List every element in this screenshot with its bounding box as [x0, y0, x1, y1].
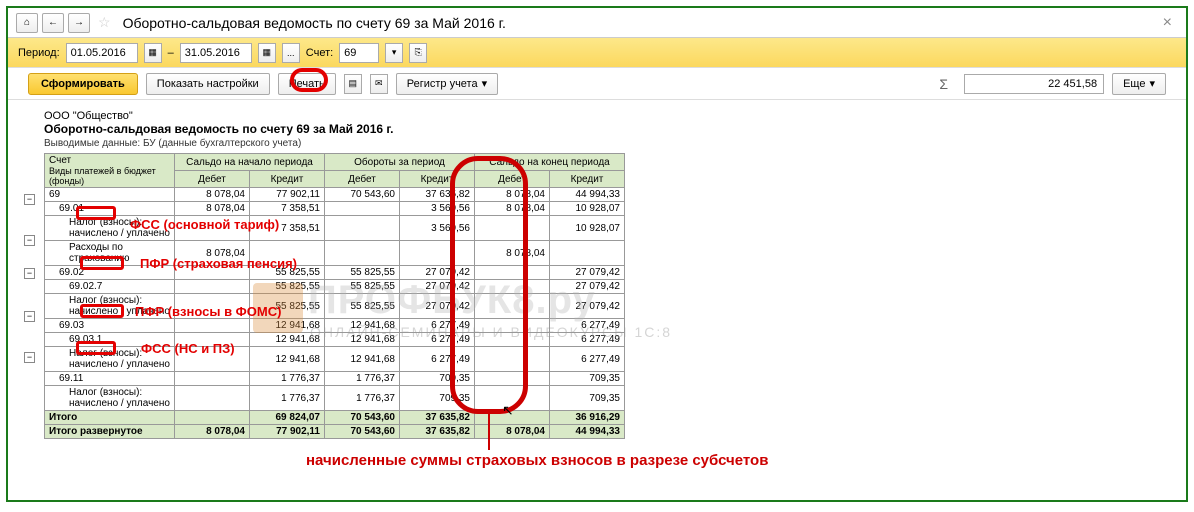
sigma-icon: Σ [939, 76, 948, 92]
print-button[interactable]: Печать [278, 73, 336, 95]
account-dd[interactable]: ▾ [385, 43, 403, 63]
settings-button[interactable]: Показать настройки [146, 73, 270, 95]
account-input[interactable]: 69 [339, 43, 379, 63]
date-to-input[interactable]: 31.05.2016 [180, 43, 252, 63]
table-row[interactable]: Итого69 824,0770 543,6037 635,8236 916,2… [45, 411, 625, 425]
anno-footer: начисленные суммы страховых взносов в ра… [306, 452, 768, 469]
table-row[interactable]: 69.111 776,371 776,37709,35709,35 [45, 372, 625, 386]
anno-pfr-pension: ПФР (страховая пенсия) [140, 256, 297, 271]
save-icon[interactable]: ▤ [344, 74, 362, 94]
watermark-sub: ОНЛАЙН-СЕМИНАРЫ И ВИДЕОКУРСЫ 1С:8 [310, 324, 672, 340]
mail-icon[interactable]: ✉ [370, 74, 388, 94]
tree-btn[interactable]: − [24, 311, 35, 322]
star-icon[interactable]: ☆ [98, 14, 111, 31]
cursor-icon: ↖ [502, 402, 514, 419]
report-content: ООО "Общество" Оборотно-сальдовая ведомо… [8, 100, 1186, 498]
tree-btn[interactable]: − [24, 235, 35, 246]
format-button[interactable]: Сформировать [28, 73, 138, 95]
toolbar-actions: Сформировать Показать настройки Печать ▤… [8, 68, 1186, 100]
home-button[interactable]: ⌂ [16, 13, 38, 33]
register-button[interactable]: Регистр учета ▾ [396, 73, 498, 95]
account-label: Счет: [306, 47, 333, 59]
date-from-input[interactable]: 01.05.2016 [66, 43, 138, 63]
anno-fss-main: ФСС (основной тариф) [130, 217, 279, 232]
tree-btn[interactable]: − [24, 352, 35, 363]
table-row[interactable]: Налог (взносы): начислено / уплачено12 9… [45, 347, 625, 372]
table-row[interactable]: 698 078,0477 902,1170 543,6037 635,828 0… [45, 188, 625, 202]
table-row[interactable]: Итого развернутое8 078,0477 902,1170 543… [45, 425, 625, 439]
hl-arrow [488, 414, 490, 450]
hdr-g3: Сальдо на конец периода [475, 154, 625, 171]
table-row[interactable]: Расходы по страхованию8 078,048 078,04 [45, 241, 625, 266]
tree-btn[interactable]: − [24, 194, 35, 205]
window-title: Оборотно-сальдовая ведомость по счету 69… [119, 15, 1153, 31]
watermark-text: ПРОФБУК8.ру [308, 278, 596, 323]
more-button[interactable]: Еще ▾ [1112, 73, 1166, 95]
back-button[interactable]: ← [42, 13, 64, 33]
org-name: ООО "Общество" [44, 110, 1150, 122]
fwd-button[interactable]: → [68, 13, 90, 33]
date-to-picker[interactable]: ▦ [258, 43, 276, 63]
anno-fss-nspz: ФСС (НС и ПЗ) [141, 341, 235, 356]
titlebar: ⌂ ← → ☆ Оборотно-сальдовая ведомость по … [8, 8, 1186, 38]
report-title: Оборотно-сальдовая ведомость по счету 69… [44, 122, 1150, 136]
tree-controls: − − − − − [16, 174, 44, 363]
toolbar-period: Период: 01.05.2016 ▦ – 31.05.2016 ▦ ... … [8, 38, 1186, 68]
table-row[interactable]: Налог (взносы): начислено / уплачено1 77… [45, 386, 625, 411]
table-row[interactable]: 69.018 078,047 358,513 569,568 078,0410 … [45, 202, 625, 216]
hdr-g1: Сальдо на начало периода [175, 154, 325, 171]
close-icon[interactable]: × [1157, 14, 1178, 32]
hdr-g2: Обороты за период [325, 154, 475, 171]
report-sub: Выводимые данные: БУ (данные бухгалтерск… [44, 138, 1150, 149]
account-link[interactable]: ⎘ [409, 43, 427, 63]
date-from-picker[interactable]: ▦ [144, 43, 162, 63]
date-ellipsis[interactable]: ... [282, 43, 300, 63]
dash: – [168, 47, 174, 59]
tree-btn[interactable]: − [24, 268, 35, 279]
hdr-acct: Счет Виды платежей в бюджет (фонды) [45, 154, 175, 188]
anno-pfr-foms: ПФР (взносы в ФОМС) [135, 304, 281, 319]
total-box: 22 451,58 [964, 74, 1104, 94]
period-label: Период: [18, 47, 60, 59]
